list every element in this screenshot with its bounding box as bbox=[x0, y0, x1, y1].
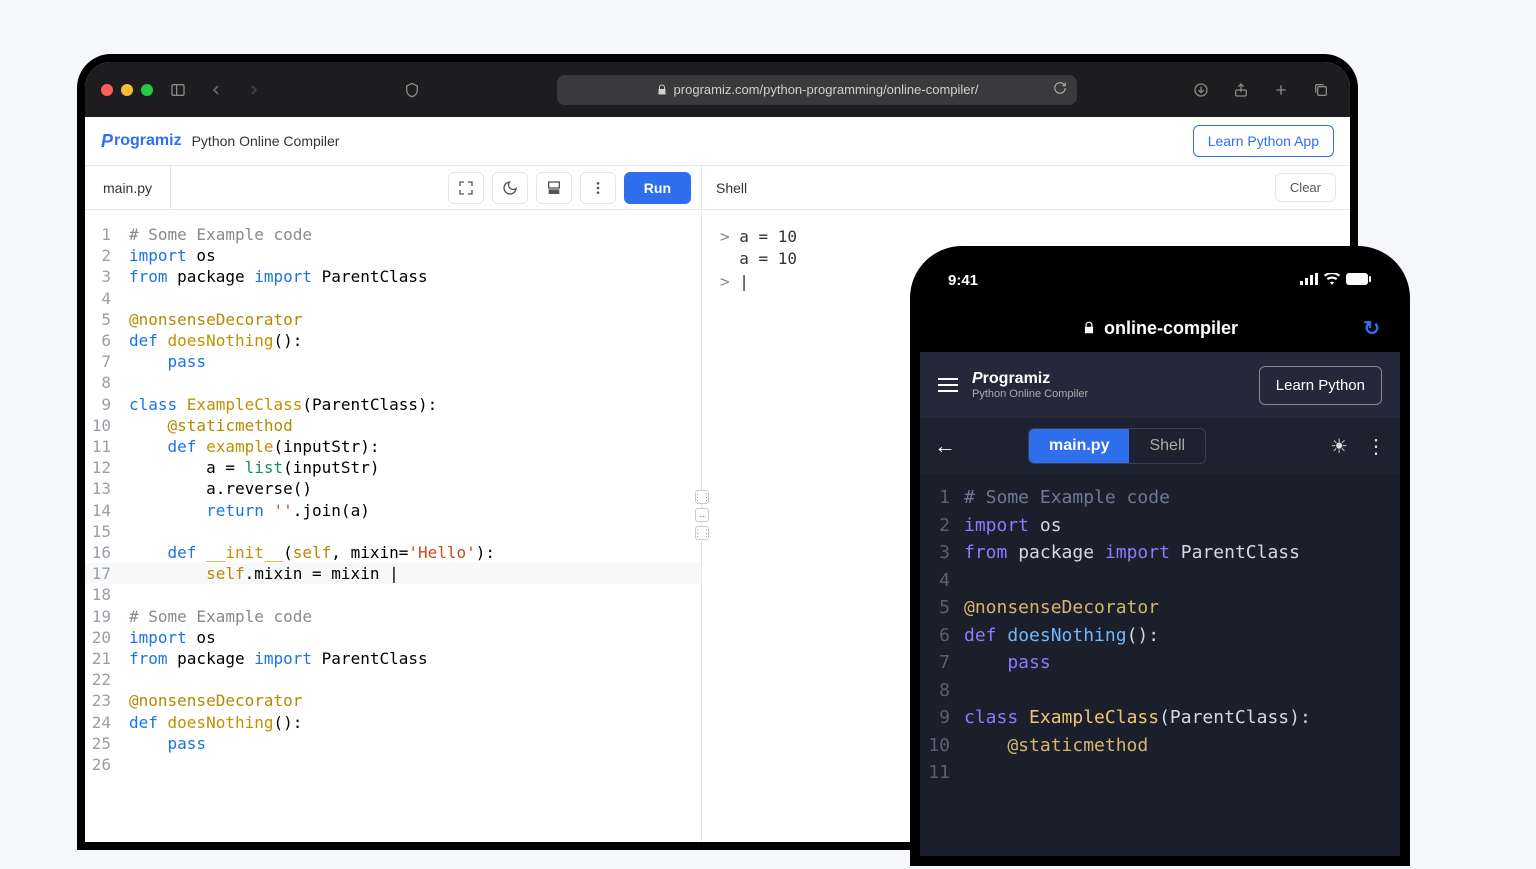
logo[interactable]: PProgramizrogramiz bbox=[101, 131, 182, 152]
new-tab-icon[interactable] bbox=[1268, 77, 1294, 103]
code-line: 26 bbox=[85, 754, 701, 775]
split-handle[interactable]: ⋮⋮ ↔ ⋮⋮ bbox=[695, 490, 709, 540]
code-line: 2import os bbox=[920, 512, 1400, 540]
code-line: 12 a = list(inputStr) bbox=[85, 457, 701, 478]
lock-icon bbox=[1082, 321, 1096, 335]
more-options-icon[interactable] bbox=[580, 172, 616, 204]
reload-icon[interactable] bbox=[1053, 81, 1067, 98]
phone-toolbar: ← main.py Shell ☀ ⋮ bbox=[920, 418, 1400, 474]
phone-address-bar[interactable]: online-compiler ↻ bbox=[920, 304, 1400, 352]
shell-tab-label: Shell bbox=[716, 180, 747, 196]
sidebar-toggle-icon[interactable] bbox=[165, 77, 191, 103]
code-line: 2import os bbox=[85, 245, 701, 266]
fullscreen-icon[interactable] bbox=[448, 172, 484, 204]
theme-toggle-icon[interactable] bbox=[492, 172, 528, 204]
phone-notch bbox=[1085, 256, 1235, 286]
code-line: 1# Some Example code bbox=[920, 484, 1400, 512]
run-button[interactable]: Run bbox=[624, 172, 691, 204]
phone-mockup: 9:41 online-compiler ↻ Programiz Python … bbox=[920, 256, 1400, 856]
code-line: 1# Some Example code bbox=[85, 224, 701, 245]
code-line: 14 return ''.join(a) bbox=[85, 500, 701, 521]
shell-line: > a = 10 bbox=[720, 226, 1332, 248]
phone-tab-shell[interactable]: Shell bbox=[1129, 429, 1205, 463]
code-line: 7 pass bbox=[920, 649, 1400, 677]
code-line: 11 def example(inputStr): bbox=[85, 436, 701, 457]
code-line: 21from package import ParentClass bbox=[85, 648, 701, 669]
code-line: 4 bbox=[920, 567, 1400, 595]
code-line: 13 a.reverse() bbox=[85, 478, 701, 499]
code-line: 6def doesNothing(): bbox=[920, 622, 1400, 650]
phone-logo[interactable]: Programiz Python Online Compiler bbox=[972, 370, 1088, 400]
code-line: 22 bbox=[85, 669, 701, 690]
code-line: 4 bbox=[85, 288, 701, 309]
maximize-window-button[interactable] bbox=[141, 84, 153, 96]
code-line: 25 pass bbox=[85, 733, 701, 754]
download-icon[interactable] bbox=[1188, 77, 1214, 103]
phone-tab-main[interactable]: main.py bbox=[1029, 429, 1129, 463]
clear-button[interactable]: Clear bbox=[1275, 173, 1336, 202]
site-title: Python Online Compiler bbox=[192, 133, 340, 149]
code-line: 9class ExampleClass(ParentClass): bbox=[920, 704, 1400, 732]
phone-code-editor[interactable]: 1# Some Example code2import os3from pack… bbox=[920, 474, 1400, 797]
wifi-icon bbox=[1324, 272, 1340, 289]
code-line: 5@nonsenseDecorator bbox=[85, 309, 701, 330]
battery-icon bbox=[1346, 272, 1372, 289]
code-line: 10 @staticmethod bbox=[920, 732, 1400, 760]
code-line: 16 def __init__(self, mixin='Hello'): bbox=[85, 542, 701, 563]
code-line: 8 bbox=[920, 677, 1400, 705]
reload-icon[interactable]: ↻ bbox=[1363, 316, 1380, 341]
traffic-lights bbox=[101, 84, 153, 96]
more-options-icon[interactable]: ⋮ bbox=[1366, 434, 1386, 459]
signal-icon bbox=[1300, 272, 1318, 289]
code-line: 18 bbox=[85, 584, 701, 605]
code-line: 8 bbox=[85, 372, 701, 393]
code-line: 7 pass bbox=[85, 351, 701, 372]
layout-icon[interactable] bbox=[536, 172, 572, 204]
code-line: 19# Some Example code bbox=[85, 606, 701, 627]
browser-chrome: programiz.com/python-programming/online-… bbox=[85, 62, 1350, 117]
back-icon[interactable]: ← bbox=[934, 433, 956, 459]
toolbar: main.py Run Shell Clear bbox=[85, 166, 1350, 210]
learn-python-button[interactable]: Learn Python bbox=[1259, 366, 1382, 405]
file-tab-main[interactable]: main.py bbox=[85, 166, 171, 209]
lock-icon bbox=[656, 84, 668, 96]
code-line: 9class ExampleClass(ParentClass): bbox=[85, 394, 701, 415]
code-line: 10 @staticmethod bbox=[85, 415, 701, 436]
hamburger-menu-icon[interactable] bbox=[938, 378, 958, 392]
shield-icon[interactable] bbox=[399, 77, 425, 103]
code-line: 24def doesNothing(): bbox=[85, 712, 701, 733]
phone-url: online-compiler bbox=[1104, 318, 1238, 339]
code-line: 20import os bbox=[85, 627, 701, 648]
theme-toggle-icon[interactable]: ☀ bbox=[1330, 434, 1348, 459]
code-line: 3from package import ParentClass bbox=[85, 266, 701, 287]
learn-python-app-button[interactable]: Learn Python App bbox=[1193, 125, 1334, 157]
url-text: programiz.com/python-programming/online-… bbox=[674, 82, 979, 97]
code-line: 17 self.mixin = mixin | bbox=[85, 563, 701, 584]
code-editor[interactable]: 1# Some Example code2import os3from pack… bbox=[85, 210, 702, 842]
code-line: 23@nonsenseDecorator bbox=[85, 690, 701, 711]
phone-site-header: Programiz Python Online Compiler Learn P… bbox=[920, 352, 1400, 418]
site-header: PProgramizrogramiz Python Online Compile… bbox=[85, 117, 1350, 166]
tabs-icon[interactable] bbox=[1308, 77, 1334, 103]
code-line: 11 bbox=[920, 759, 1400, 787]
close-window-button[interactable] bbox=[101, 84, 113, 96]
address-bar[interactable]: programiz.com/python-programming/online-… bbox=[557, 75, 1077, 105]
forward-button[interactable] bbox=[241, 77, 267, 103]
code-line: 15 bbox=[85, 521, 701, 542]
minimize-window-button[interactable] bbox=[121, 84, 133, 96]
share-icon[interactable] bbox=[1228, 77, 1254, 103]
phone-time: 9:41 bbox=[948, 272, 978, 289]
code-line: 3from package import ParentClass bbox=[920, 539, 1400, 567]
back-button[interactable] bbox=[203, 77, 229, 103]
code-line: 5@nonsenseDecorator bbox=[920, 594, 1400, 622]
code-line: 6def doesNothing(): bbox=[85, 330, 701, 351]
